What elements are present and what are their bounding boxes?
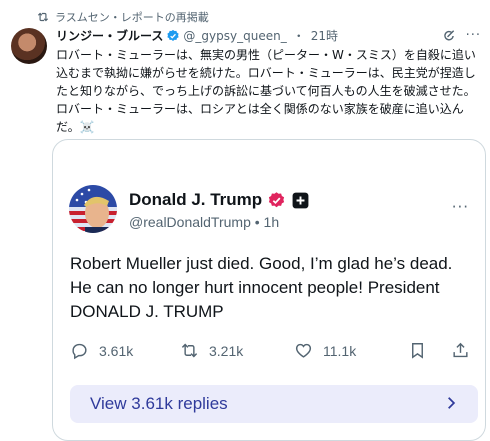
share-button[interactable]: [451, 341, 470, 360]
quoted-post-text: Robert Mueller just died. Good, I’m glad…: [70, 254, 453, 321]
reply-icon: [72, 343, 87, 360]
repost-text: ラスムセン・レポートの再掲載: [55, 11, 209, 24]
author-handle[interactable]: @_gypsy_queen_: [183, 29, 286, 43]
grok-icon[interactable]: [442, 29, 456, 43]
author-avatar[interactable]: [11, 28, 47, 64]
header-actions: ···: [442, 28, 481, 43]
view-replies-label: View 3.61k replies: [90, 394, 228, 413]
repost-icon: [181, 343, 198, 358]
quoted-author-handle[interactable]: @realDonaldTrump: [129, 214, 251, 230]
skull-emoji: ☠️: [79, 120, 95, 134]
action-bar: 3.61k 3.21k 11.1k: [70, 341, 470, 365]
repost-indicator: ラスムセン・レポートの再掲載: [36, 9, 209, 25]
quoted-post-card[interactable]: Donald J. Trump @realDonaldTrump • 1h ··…: [52, 139, 486, 441]
verified-badge-icon: [167, 29, 180, 41]
repost-icon: [37, 12, 49, 22]
quoted-author-avatar[interactable]: [69, 185, 117, 233]
quoted-author-name[interactable]: Donald J. Trump: [129, 190, 310, 210]
chevron-right-icon: [448, 397, 456, 409]
reply-button[interactable]: 3.61k: [70, 341, 133, 360]
quoted-author-name-text: Donald J. Trump: [129, 190, 263, 209]
bookmark-icon: [412, 343, 423, 359]
reply-count: 3.61k: [99, 342, 134, 359]
view-replies-button[interactable]: View 3.61k replies: [70, 385, 478, 423]
heart-icon: [295, 343, 312, 358]
repost-count: 3.21k: [209, 342, 244, 359]
more-options-icon[interactable]: ···: [466, 28, 481, 43]
bookmark-button[interactable]: [408, 341, 427, 360]
post-time[interactable]: 21時: [311, 27, 338, 44]
repost-button[interactable]: 3.21k: [180, 341, 243, 360]
author-name[interactable]: リンジー・ブルース: [56, 27, 163, 44]
like-count: 11.1k: [323, 342, 357, 359]
quoted-post-time[interactable]: 1h: [264, 214, 280, 230]
time-separator: ・: [292, 29, 305, 43]
post-text-content: ロバート・ミューラーは、無実の男性（ピーター・W・スミス）を自殺に追い込むまで執…: [56, 48, 476, 134]
time-separator: •: [254, 214, 260, 230]
quoted-more-options-icon[interactable]: ···: [452, 198, 469, 216]
post-text: ロバート・ミューラーは、無実の男性（ピーター・W・スミス）を自殺に追い込むまで執…: [56, 46, 483, 136]
affiliation-badge-icon: [292, 192, 309, 208]
verified-badge-icon: [269, 191, 285, 207]
quoted-author-handle-line: @realDonaldTrump • 1h: [129, 214, 279, 230]
post-header: リンジー・ブルース @_gypsy_queen_ ・ 21時 ···: [56, 27, 481, 44]
like-button[interactable]: 11.1k: [294, 341, 356, 360]
share-icon: [453, 342, 468, 358]
